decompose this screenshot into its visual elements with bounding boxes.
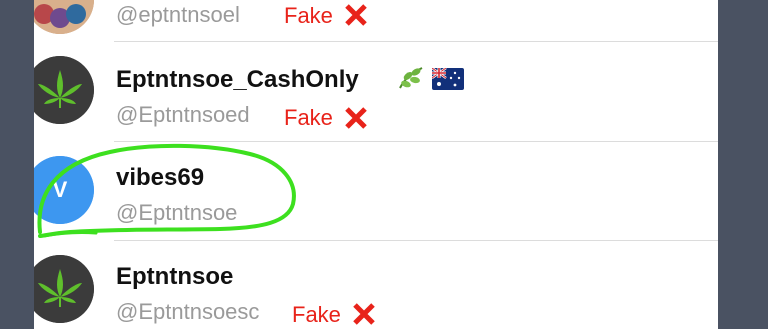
cannabis-leaf-icon [34,56,94,124]
australia-flag-icon [432,68,464,90]
fake-label: Fake [284,3,333,28]
leaf-emoji-icon [399,67,423,89]
account-handle: @Eptntnsoed [116,102,250,127]
avatar-letter: V [52,177,68,202]
account-list-panel: @eptntnsoel Fake Eptntnsoe_CashOnly @Ept… [34,0,718,329]
account-handle: @Eptntnsoesc [116,299,260,324]
avatar [34,255,94,323]
list-item[interactable]: Eptntnsoe_CashOnly @Eptntnsoed Fake [34,42,718,142]
account-display-name: Eptntnsoe_CashOnly [116,66,359,93]
red-x-icon [345,4,367,26]
account-handle: @eptntnsoel [116,2,240,27]
fake-label: Fake [284,105,333,130]
fake-label: Fake [292,302,341,327]
avatar [34,56,94,124]
account-display-name: vibes69 [116,164,205,191]
cannabis-leaf-icon [34,255,94,323]
avatar: V [34,156,94,224]
avatar [34,0,94,34]
account-display-name: Eptntnsoe [116,263,234,290]
list-item[interactable]: @eptntnsoel Fake [34,0,718,42]
red-x-icon [345,107,367,129]
list-item[interactable]: Eptntnsoe @Eptntnsoesc Fake [34,241,718,329]
account-handle: @Eptntnsoe [116,200,238,225]
list-item[interactable]: V vibes69 @Eptntnsoe [34,142,718,241]
red-x-icon [353,303,375,325]
